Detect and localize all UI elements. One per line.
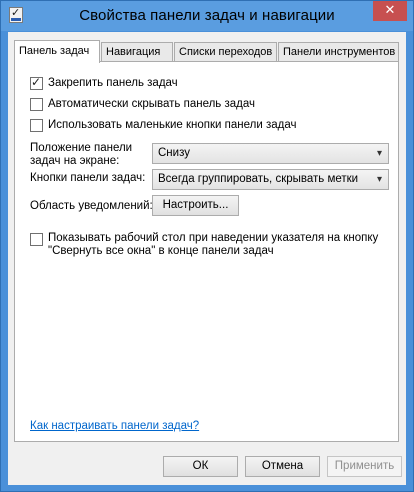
small-buttons-option[interactable]: Использовать маленькие кнопки панели зад… <box>30 118 297 134</box>
peek-desktop-label: Показывать рабочий стол при наведении ук… <box>48 232 379 257</box>
close-icon: ✕ <box>384 3 396 18</box>
chevron-down-icon: ▾ <box>376 148 382 159</box>
tab-navigation[interactable]: Навигация <box>101 42 173 62</box>
apply-button[interactable]: Применить <box>327 456 402 477</box>
lock-taskbar-label: Закрепить панель задач <box>48 77 178 89</box>
dialog-window: Свойства панели задач и навигации ✕ Пане… <box>0 0 414 492</box>
lock-taskbar-checkbox[interactable] <box>30 75 43 90</box>
taskbar-position-select[interactable]: Снизу ▾ <box>152 143 389 164</box>
peek-desktop-option[interactable]: Показывать рабочий стол при наведении ук… <box>30 232 385 257</box>
autohide-label: Автоматически скрывать панель задач <box>48 98 256 110</box>
small-buttons-checkbox[interactable] <box>30 119 43 132</box>
autohide-option[interactable]: Автоматически скрывать панель задач <box>30 97 255 113</box>
tab-jump-lists[interactable]: Списки переходов <box>174 42 277 62</box>
peek-desktop-checkbox[interactable] <box>30 233 43 246</box>
notification-area-label: Область уведомлений: <box>30 200 153 212</box>
close-button[interactable]: ✕ <box>373 1 407 21</box>
small-buttons-label: Использовать маленькие кнопки панели зад… <box>48 119 297 131</box>
taskbar-buttons-value: Всегда группировать, скрывать метки <box>158 173 359 185</box>
taskbar-buttons-label: Кнопки панели задач: <box>30 172 146 184</box>
autohide-checkbox[interactable] <box>30 98 43 111</box>
ok-button[interactable]: ОК <box>163 456 238 477</box>
taskbar-position-label: Положение панели задач на экране: <box>30 142 133 167</box>
tab-toolbars[interactable]: Панели инструментов <box>278 42 399 62</box>
dialog-client-area: Панель задач Навигация Списки переходов … <box>8 32 406 485</box>
tab-taskbar[interactable]: Панель задач <box>14 40 100 63</box>
taskbar-position-value: Снизу <box>158 147 190 159</box>
chevron-down-icon: ▾ <box>376 174 382 185</box>
taskbar-buttons-select[interactable]: Всегда группировать, скрывать метки ▾ <box>152 169 389 190</box>
help-link[interactable]: Как настраивать панели задач? <box>30 420 199 432</box>
cancel-button[interactable]: Отмена <box>245 456 320 477</box>
title-bar[interactable]: Свойства панели задач и навигации ✕ <box>1 1 413 31</box>
tab-panel-taskbar: Закрепить панель задач Автоматически скр… <box>14 61 399 442</box>
lock-taskbar-option[interactable]: Закрепить панель задач <box>30 75 178 92</box>
customize-notifications-button[interactable]: Настроить... <box>152 195 239 216</box>
window-title: Свойства панели задач и навигации <box>79 7 335 24</box>
